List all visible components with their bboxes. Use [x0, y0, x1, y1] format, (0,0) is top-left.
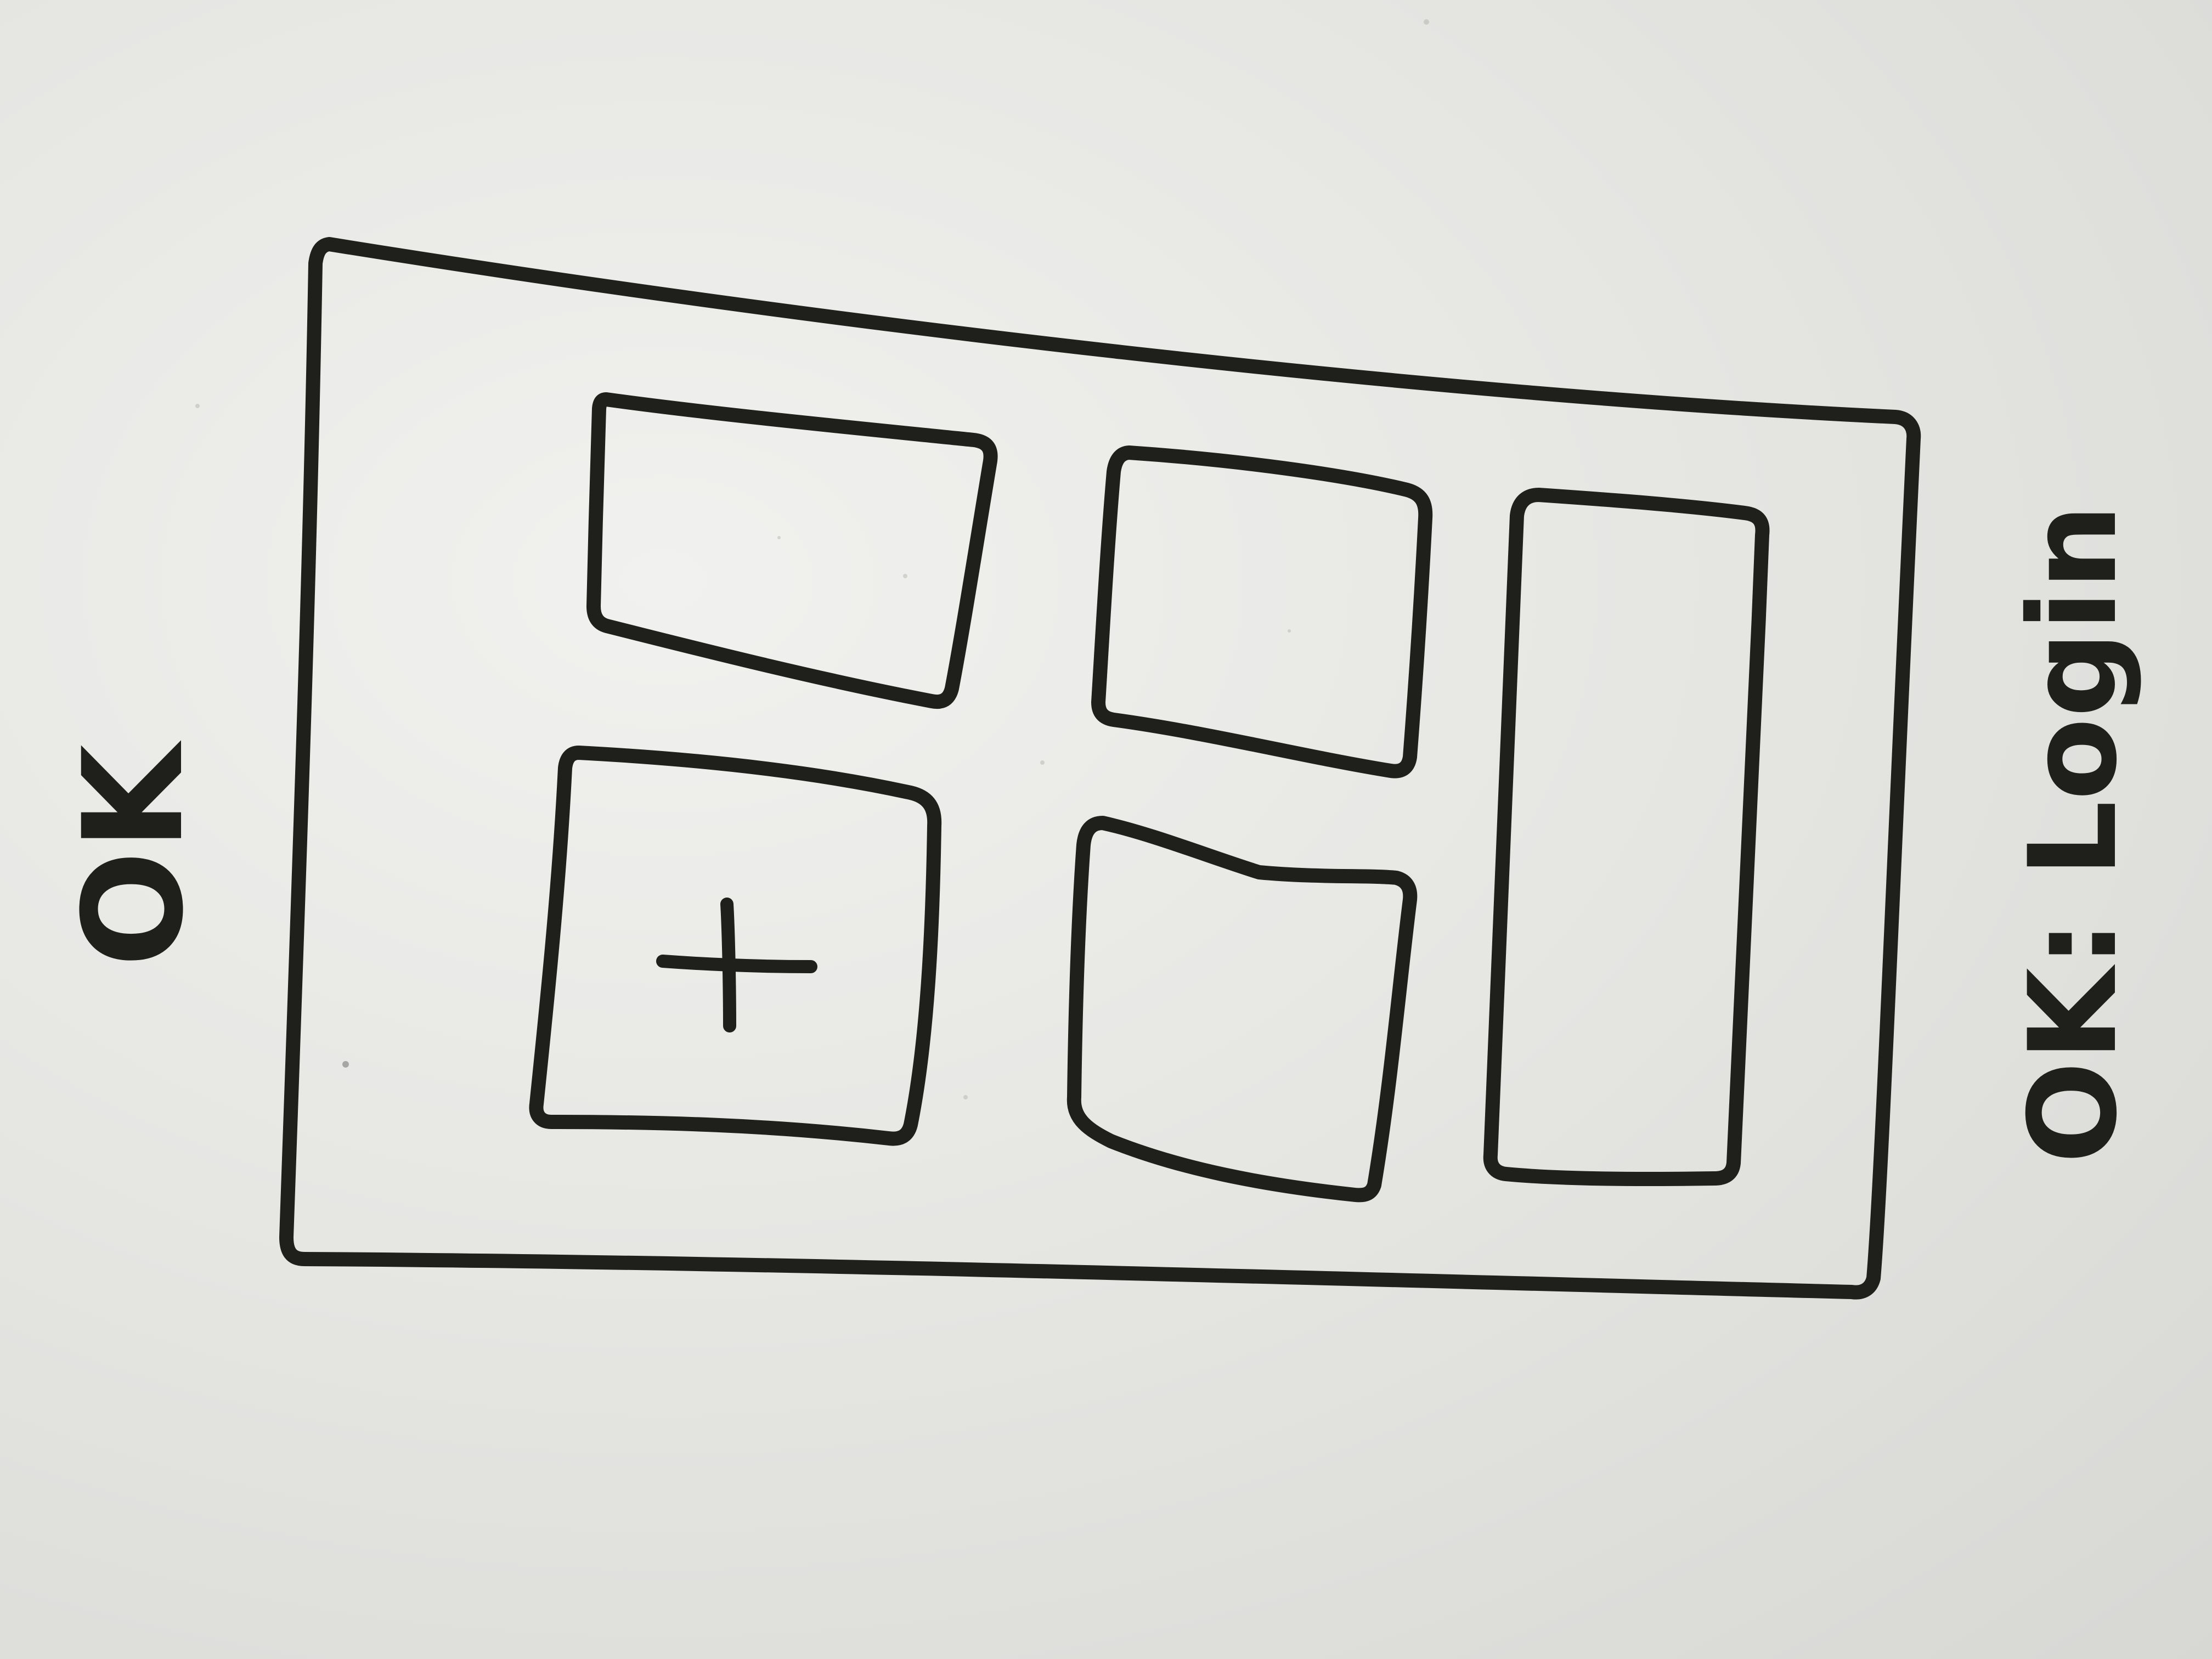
whiteboard-smudges — [195, 19, 1429, 1099]
bottom-note: OK: Login — [2003, 504, 2143, 1164]
top-note: OK — [54, 740, 213, 968]
tile-top-left[interactable] — [586, 392, 998, 709]
whiteboard-sketch: OK OK: Login — [54, 19, 2143, 1300]
tile-bottom-middle[interactable] — [1066, 816, 1418, 1203]
tile-bottom-left[interactable] — [529, 746, 942, 1146]
tile-top-middle[interactable] — [1091, 445, 1433, 778]
tile-right-column[interactable] — [1483, 488, 1770, 1187]
add-tile[interactable] — [529, 746, 942, 1146]
plus-icon — [656, 898, 817, 1032]
